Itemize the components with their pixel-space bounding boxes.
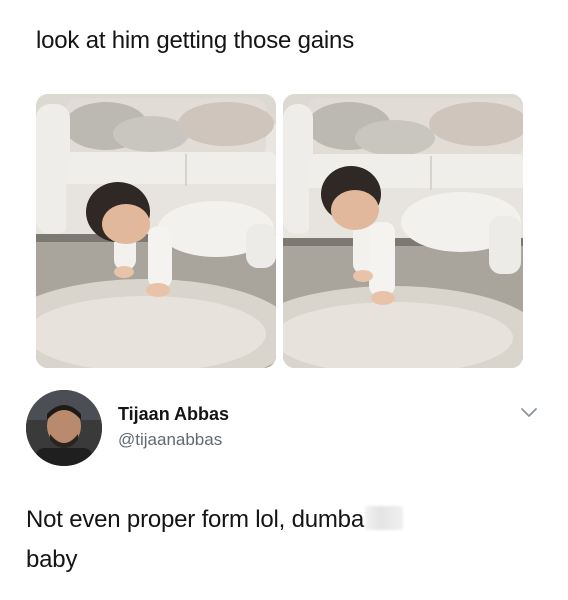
censor-blur [364,506,403,530]
tweet-header: Tijaan Abbas @tijaanabbas [26,390,546,470]
avatar[interactable] [26,390,102,466]
display-name[interactable]: Tijaan Abbas [118,404,229,425]
baby-pushup-photo-2[interactable] [283,94,523,368]
tweet-text-line-1: Not even proper form lol, dumba [26,500,526,540]
chevron-down-icon[interactable] [520,406,538,418]
user-handle[interactable]: @tijaanabbas [118,430,222,450]
post-caption: look at him getting those gains [36,27,354,54]
baby-pushup-image-right [283,94,523,368]
tweet-text-line-2: baby [26,546,78,573]
baby-pushup-photo-1[interactable] [36,94,276,368]
tweet-text: Not even proper form lol, dumba baby [26,500,526,580]
tweet-text-line-1-content: Not even proper form lol, dumba [26,506,364,533]
avatar-image [26,390,102,466]
baby-pushup-image-left [36,94,276,368]
